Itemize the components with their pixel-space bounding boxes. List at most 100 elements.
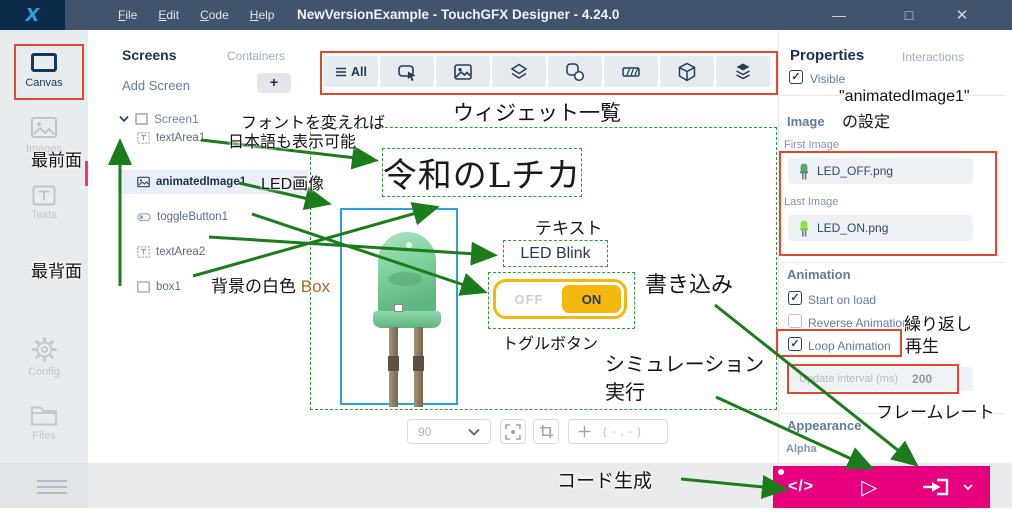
menu-bar: File Edit Code Help <box>118 0 274 30</box>
tree-node-screen1[interactable]: Screen1 <box>119 112 199 126</box>
fit-screen-button[interactable] <box>500 419 526 444</box>
visible-checkbox[interactable]: ✓ <box>789 70 803 84</box>
textarea1-widget[interactable]: 令和のLチカ <box>382 148 582 197</box>
chevron-down-icon <box>468 428 480 436</box>
update-interval-field[interactable]: Update interval (ms) 200 <box>791 367 973 391</box>
touchgfx-logo-icon: X <box>26 5 40 26</box>
tree-node-label: box1 <box>156 281 181 293</box>
minimize-button[interactable]: — <box>822 0 856 30</box>
notification-dot <box>778 469 784 475</box>
hamburger-icon[interactable] <box>37 480 67 494</box>
first-image-field[interactable]: LED_OFF.png <box>788 158 973 184</box>
tree-node-label: Screen1 <box>154 112 199 126</box>
tree-node-label: textArea2 <box>156 246 205 258</box>
loop-animation-checkbox[interactable]: ✓ <box>788 337 802 351</box>
toggle-off-label: OFF <box>496 285 562 313</box>
tab-containers[interactable]: Containers <box>227 49 285 63</box>
tab-properties[interactable]: Properties <box>790 47 864 64</box>
last-image-field[interactable]: LED_ON.png <box>788 215 973 241</box>
images-icon <box>30 116 58 140</box>
cursor-position-display: ( - , - ) <box>568 419 668 444</box>
maximize-button[interactable]: □ <box>892 0 926 30</box>
status-bar-left <box>0 463 88 508</box>
stacked-layers-icon <box>733 62 753 82</box>
tree-node-textarea2[interactable]: textArea2 <box>137 246 205 258</box>
sidebar-item-config[interactable]: Config <box>0 336 88 378</box>
sidebar-item-label: Canvas <box>0 77 88 89</box>
tab-interactions[interactable]: Interactions <box>902 50 964 64</box>
close-button[interactable]: ✕ <box>945 0 979 30</box>
animatedimage1-widget[interactable] <box>340 208 458 405</box>
sidebar-item-label: Images <box>0 143 88 155</box>
update-interval-value: 200 <box>912 372 932 386</box>
textarea1-text: 令和のLチカ <box>383 148 582 197</box>
divider <box>781 262 1005 263</box>
run-simulator-button[interactable]: ▷ <box>861 477 877 498</box>
add-screen-label: Add Screen <box>122 78 190 93</box>
all-label: All <box>351 65 367 79</box>
texts-icon <box>32 185 56 206</box>
tree-node-box1[interactable]: box1 <box>137 281 181 293</box>
menu-file[interactable]: File <box>118 8 137 22</box>
action-bar: </> ▷ <box>773 466 990 508</box>
tree-node-animatedimage1[interactable]: animatedImage1 <box>137 176 246 188</box>
shapes-icon <box>565 62 585 82</box>
tree-node-label: animatedImage1 <box>156 176 246 188</box>
animated-image-widget-icon <box>137 176 150 188</box>
sidebar-item-texts[interactable]: Texts <box>0 185 88 221</box>
widget-category-images-button[interactable] <box>436 56 490 87</box>
run-target-button[interactable] <box>920 477 952 497</box>
zoom-level-value: 90 <box>418 425 431 439</box>
folder-icon <box>30 404 58 427</box>
sidebar-item-images[interactable]: Images <box>0 116 88 155</box>
widget-category-buttons-button[interactable] <box>380 56 434 87</box>
layers-icon <box>509 62 529 82</box>
loop-animation-label: Loop Animation <box>808 339 891 353</box>
tree-node-textarea1[interactable]: textArea1 <box>137 132 205 144</box>
generate-code-button[interactable]: </> <box>788 478 814 496</box>
textarea2-widget[interactable]: LED Blink <box>503 240 608 267</box>
crop-button[interactable] <box>533 419 559 444</box>
led-on-thumbnail <box>799 220 809 237</box>
progress-bar-icon <box>621 62 641 82</box>
add-screen-button[interactable]: + <box>257 73 291 93</box>
annotation-widget-list: ウィジェット一覧 <box>453 97 621 127</box>
tree-node-label: textArea1 <box>156 132 205 144</box>
gear-icon <box>31 336 58 363</box>
widget-category-shapes-button[interactable] <box>548 56 602 87</box>
chevron-down-icon[interactable] <box>963 484 973 491</box>
box-widget-icon <box>137 281 150 293</box>
tab-screens[interactable]: Screens <box>122 47 176 63</box>
appearance-section-header: Appearance <box>787 418 861 433</box>
start-on-load-checkbox[interactable]: ✓ <box>788 291 802 305</box>
sidebar-item-canvas[interactable]: Canvas <box>0 53 88 89</box>
menu-help[interactable]: Help <box>250 8 275 22</box>
reverse-animation-checkbox[interactable] <box>788 314 802 328</box>
coords-value: ( - , - ) <box>603 426 642 438</box>
sidebar-item-files[interactable]: Files <box>0 404 88 442</box>
widget-filter-all-button[interactable]: All <box>324 56 378 87</box>
update-interval-label: Update interval (ms) <box>799 373 898 385</box>
tree-node-togglebutton1[interactable]: toggleButton1 <box>137 211 228 223</box>
move-icon <box>578 425 591 438</box>
toggle-widget-icon <box>137 211 151 223</box>
touchgfx-designer-window: X File Edit Code Help NewVersionExample … <box>0 0 1012 524</box>
zoom-select[interactable]: 90 <box>407 419 491 444</box>
chevron-down-icon <box>119 115 129 123</box>
widget-category-3d-button[interactable] <box>660 56 714 87</box>
widget-category-progress-button[interactable] <box>604 56 658 87</box>
selection-handle[interactable] <box>394 304 403 312</box>
menu-code[interactable]: Code <box>200 8 229 22</box>
sidebar-item-label: Texts <box>0 209 88 221</box>
led-leg-band <box>388 356 399 371</box>
alpha-label: Alpha <box>786 443 817 455</box>
menu-edit[interactable]: Edit <box>158 8 179 22</box>
togglebutton1-widget[interactable]: OFF ON <box>493 279 627 319</box>
widget-category-containers-button[interactable] <box>492 56 546 87</box>
cube-icon <box>677 62 697 82</box>
button-widget-icon <box>397 62 417 82</box>
left-sidebar: Canvas Images Texts <box>0 30 88 463</box>
animation-section-header: Animation <box>787 267 851 282</box>
canvas-icon <box>31 53 57 72</box>
widget-category-misc-button[interactable] <box>716 56 770 87</box>
